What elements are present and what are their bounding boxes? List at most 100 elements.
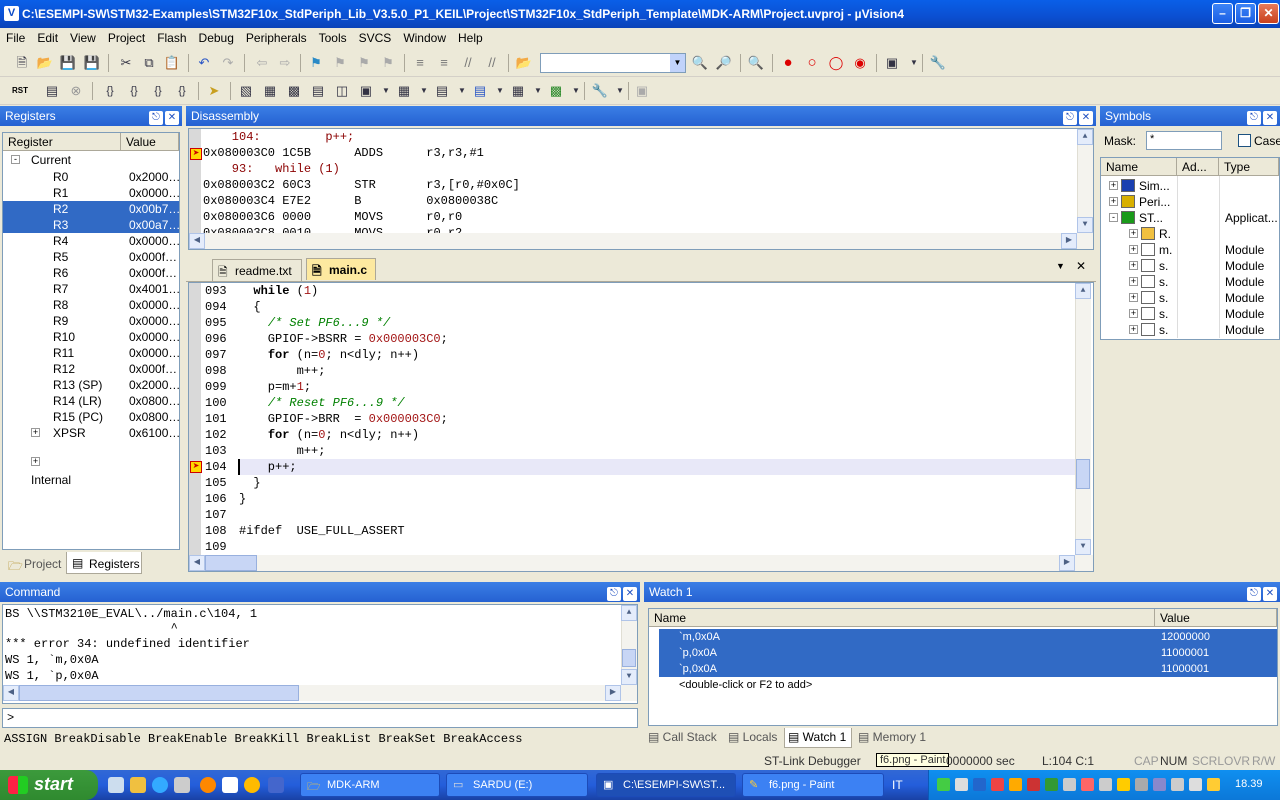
group-current[interactable]: Current xyxy=(31,153,71,167)
safely-remove-icon[interactable] xyxy=(1207,778,1220,791)
register-row[interactable]: R1 0x0000… xyxy=(3,185,180,201)
menu-help[interactable]: Help xyxy=(452,28,489,48)
pin-icon[interactable]: ⎋ xyxy=(1247,111,1261,125)
stop-icon[interactable]: ⊗ xyxy=(66,81,86,101)
tab-call-stack[interactable]: ▤ Call Stack xyxy=(648,730,717,744)
chevron-down-icon[interactable]: ▼ xyxy=(414,81,434,101)
tab-memory-1[interactable]: ▤ Memory 1 xyxy=(858,730,926,744)
scroll-thumb[interactable] xyxy=(1076,459,1090,489)
expand-icon[interactable]: + xyxy=(1129,293,1138,302)
scroll-thumb[interactable] xyxy=(205,555,257,571)
col-value[interactable]: Value xyxy=(1155,609,1277,627)
tray-icon[interactable] xyxy=(1009,778,1022,791)
menu-edit[interactable]: Edit xyxy=(31,28,64,48)
close-icon[interactable]: ✕ xyxy=(1076,259,1086,273)
tab-list-chevron-icon[interactable]: ▼ xyxy=(1056,261,1065,271)
save-icon[interactable]: 💾 xyxy=(58,53,78,73)
mask-input[interactable]: * xyxy=(1146,131,1222,150)
nav-back-icon[interactable]: ⇦ xyxy=(252,53,272,73)
register-row[interactable]: R4 0x0000… xyxy=(3,233,180,249)
next-bookmark-icon[interactable]: ⚑ xyxy=(354,53,374,73)
bluetooth-icon[interactable] xyxy=(973,778,986,791)
code-editor[interactable]: ➤ 093 while (1) 094 {095 /* Set PF6...9 *… xyxy=(188,282,1094,572)
chevron-down-icon[interactable]: ▼ xyxy=(376,81,396,101)
expand-icon[interactable]: + xyxy=(1109,181,1118,190)
watch-window-icon[interactable]: ▣ xyxy=(356,81,376,101)
prev-bookmark-icon[interactable]: ⚑ xyxy=(330,53,350,73)
group-internal[interactable]: Internal xyxy=(31,473,71,487)
volume-icon[interactable] xyxy=(1171,778,1184,791)
symbol-row[interactable]: + m. Module xyxy=(1101,242,1280,258)
col-name[interactable]: Name xyxy=(649,609,1155,627)
expand-icon[interactable]: + xyxy=(1129,277,1138,286)
register-row[interactable]: R2 0x00b7… xyxy=(3,201,180,217)
symbol-row[interactable]: + s. Module xyxy=(1101,322,1280,338)
open-file-icon[interactable]: 📂 xyxy=(35,53,55,73)
expand-icon[interactable]: + xyxy=(1109,197,1118,206)
close-icon[interactable]: ✕ xyxy=(1263,587,1277,601)
collapse-icon[interactable]: - xyxy=(1109,213,1118,222)
system-viewer-icon[interactable]: ▩ xyxy=(546,81,566,101)
pin-icon[interactable]: ⎋ xyxy=(607,587,621,601)
menu-debug[interactable]: Debug xyxy=(193,28,240,48)
editor-hscroll[interactable]: ◀ ▶ xyxy=(189,555,1093,571)
minimize-button[interactable]: – xyxy=(1212,3,1233,24)
reset-icon[interactable]: RST xyxy=(10,81,30,101)
serial-window-icon[interactable]: ▤ xyxy=(432,81,452,101)
tab-watch-1[interactable]: ▤ Watch 1 xyxy=(784,728,852,748)
watch-row[interactable]: `m,0x0A 12000000 xyxy=(659,629,1277,645)
tray-icon[interactable] xyxy=(1027,778,1040,791)
tray-icon[interactable] xyxy=(991,778,1004,791)
register-row[interactable]: R15 (PC) 0x0800… xyxy=(3,409,180,425)
register-row[interactable]: R11 0x0000… xyxy=(3,345,180,361)
undo-icon[interactable]: ↶ xyxy=(194,53,214,73)
run-to-cursor-icon[interactable]: {} xyxy=(172,81,192,101)
window-layout-icon[interactable]: ▣ xyxy=(882,53,902,73)
chevron-down-icon[interactable]: ▼ xyxy=(528,81,548,101)
command-window-icon[interactable]: ▧ xyxy=(236,81,256,101)
debug-session-icon[interactable]: 🔍 xyxy=(746,53,766,73)
expand-icon[interactable]: + xyxy=(1129,245,1138,254)
register-row[interactable]: + XPSR 0x6100… xyxy=(3,425,180,441)
register-row[interactable]: R8 0x0000… xyxy=(3,297,180,313)
menu-svcs[interactable]: SVCS xyxy=(353,28,398,48)
find-combo[interactable]: ▼ xyxy=(540,53,686,73)
start-button[interactable]: start xyxy=(0,770,98,800)
pin-icon[interactable]: ⎋ xyxy=(149,111,163,125)
menu-flash[interactable]: Flash xyxy=(151,28,192,48)
editor-vscroll[interactable]: ▲ ▼ xyxy=(1075,283,1091,555)
tab-locals[interactable]: ▤ Locals xyxy=(728,730,777,744)
kill-breakpoints-icon[interactable]: ◉ xyxy=(850,53,870,73)
task-mdk-arm[interactable]: 🗁 MDK-ARM xyxy=(300,773,440,797)
tray-icon[interactable] xyxy=(955,778,968,791)
tray-icon[interactable] xyxy=(1081,778,1094,791)
nav-forward-icon[interactable]: ⇨ xyxy=(275,53,295,73)
tab-main-c[interactable]: 🗎 main.c xyxy=(306,258,376,280)
tray-icon[interactable] xyxy=(1189,778,1202,791)
tab-project[interactable]: 🗁 Project xyxy=(2,554,64,574)
command-vscroll[interactable]: ▲ ▼ xyxy=(621,605,637,685)
media-icon[interactable] xyxy=(244,777,260,793)
register-row[interactable]: R13 (SP) 0x2000… xyxy=(3,377,180,393)
toolbox-icon[interactable]: 🔧 xyxy=(590,81,610,101)
uncomment-icon[interactable]: // xyxy=(482,53,502,73)
menu-tools[interactable]: Tools xyxy=(313,28,353,48)
scroll-thumb[interactable] xyxy=(19,685,299,701)
tab-registers[interactable]: ▤ Registers xyxy=(66,552,142,574)
chevron-down-icon[interactable]: ▼ xyxy=(452,81,472,101)
expand-icon[interactable]: + xyxy=(31,428,40,437)
case-checkbox[interactable] xyxy=(1238,134,1251,147)
insert-breakpoint-icon[interactable]: ● xyxy=(778,53,798,73)
command-hscroll[interactable]: ◀ ▶ xyxy=(3,685,637,701)
disassembly-window-icon[interactable]: ▦ xyxy=(260,81,280,101)
menu-project[interactable]: Project xyxy=(102,28,151,48)
step-into-icon[interactable]: {} xyxy=(100,81,120,101)
indent-icon[interactable]: ≡ xyxy=(410,53,430,73)
explorer-icon[interactable] xyxy=(130,777,146,793)
command-input[interactable]: > xyxy=(2,708,638,728)
tray-icon[interactable] xyxy=(937,778,950,791)
col-name[interactable]: Name xyxy=(1101,158,1177,176)
watch-row[interactable]: `p,0x0A 11000001 xyxy=(659,661,1277,677)
tray-icon[interactable] xyxy=(1153,778,1166,791)
disassembly-vscroll[interactable]: ▲ ▼ xyxy=(1077,129,1093,233)
